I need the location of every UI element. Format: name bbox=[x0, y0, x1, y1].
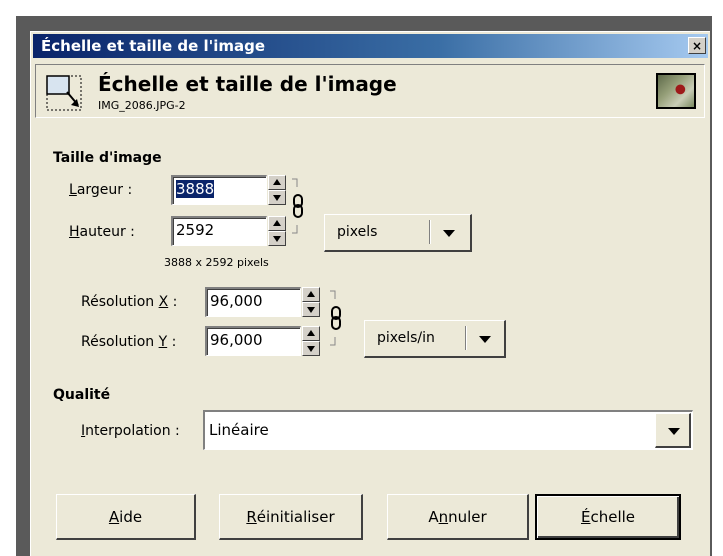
width-spinner[interactable] bbox=[268, 175, 286, 205]
chevron-down-icon bbox=[668, 428, 680, 435]
close-icon: × bbox=[691, 38, 703, 53]
spin-down-icon[interactable] bbox=[268, 231, 286, 246]
image-thumbnail bbox=[656, 73, 696, 109]
spin-down-icon[interactable] bbox=[302, 302, 320, 317]
spin-up-icon[interactable] bbox=[268, 216, 286, 231]
size-unit-value: pixels bbox=[337, 224, 378, 240]
desktop-strip-right bbox=[712, 0, 723, 556]
res-y-label: Résolution Y : bbox=[81, 334, 177, 350]
width-label: Largeur : bbox=[69, 182, 133, 198]
spin-up-icon[interactable] bbox=[302, 326, 320, 341]
help-button[interactable]: Aide bbox=[56, 494, 196, 540]
size-summary: 3888 x 2592 pixels bbox=[164, 256, 269, 269]
chain-link-icon[interactable] bbox=[290, 177, 310, 235]
res-y-spinner[interactable] bbox=[302, 326, 320, 356]
header-title: Échelle et taille de l'image bbox=[98, 72, 397, 96]
title-bar[interactable]: Échelle et taille de l'image × bbox=[33, 34, 708, 58]
chevron-down-icon bbox=[443, 230, 455, 237]
interpolation-dropdown[interactable]: Linéaire bbox=[203, 410, 693, 450]
chevron-down-icon bbox=[479, 336, 491, 343]
resolution-unit-value: pixels/in bbox=[377, 330, 435, 346]
height-input[interactable]: 2592 bbox=[171, 216, 267, 246]
window-title: Échelle et taille de l'image bbox=[41, 37, 266, 55]
image-name: IMG_2086.JPG-2 bbox=[98, 99, 186, 112]
spin-up-icon[interactable] bbox=[302, 287, 320, 302]
scale-image-icon bbox=[46, 75, 82, 111]
res-y-input[interactable]: 96,000 bbox=[205, 326, 301, 356]
section-quality: Qualité bbox=[53, 387, 111, 403]
res-x-label: Résolution X : bbox=[81, 294, 178, 310]
dialog-header: Échelle et taille de l'image IMG_2086.JP… bbox=[35, 64, 705, 118]
reset-button[interactable]: Réinitialiser bbox=[219, 494, 363, 540]
scale-button[interactable]: Échelle bbox=[535, 494, 681, 540]
spin-up-icon[interactable] bbox=[268, 175, 286, 190]
res-x-spinner[interactable] bbox=[302, 287, 320, 317]
spin-down-icon[interactable] bbox=[268, 190, 286, 205]
interpolation-label: Interpolation : bbox=[81, 423, 180, 439]
desktop-strip-left bbox=[0, 0, 16, 556]
section-image-size: Taille d'image bbox=[53, 150, 162, 166]
chain-link-icon[interactable] bbox=[328, 289, 348, 347]
width-input[interactable]: 3888 bbox=[171, 175, 267, 205]
cancel-button[interactable]: An nuler bbox=[387, 494, 529, 540]
desktop-strip-top bbox=[0, 0, 723, 16]
spin-down-icon[interactable] bbox=[302, 341, 320, 356]
scale-image-dialog: Échelle et taille de l'image × Échelle e… bbox=[30, 31, 710, 556]
close-button[interactable]: × bbox=[688, 37, 706, 54]
resolution-unit-dropdown[interactable]: pixels/in bbox=[364, 320, 506, 358]
size-unit-dropdown[interactable]: pixels bbox=[324, 214, 472, 252]
res-x-input[interactable]: 96,000 bbox=[205, 287, 301, 317]
interpolation-value: Linéaire bbox=[209, 421, 269, 439]
height-label: Hauteur : bbox=[69, 224, 135, 240]
interpolation-dropdown-button[interactable] bbox=[655, 413, 691, 448]
height-spinner[interactable] bbox=[268, 216, 286, 246]
